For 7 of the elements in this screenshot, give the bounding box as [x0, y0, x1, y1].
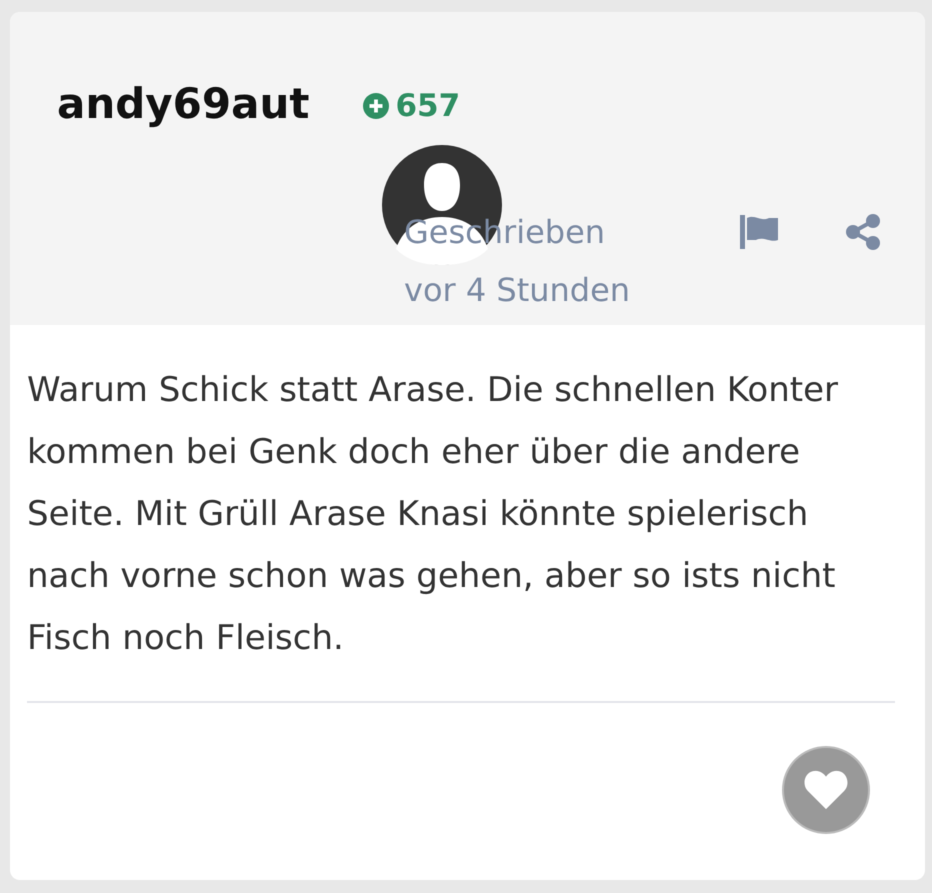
flag-icon[interactable] [740, 215, 778, 249]
share-icon[interactable] [846, 214, 880, 250]
author-name[interactable]: andy69aut [57, 78, 310, 128]
reputation-count: 657 [395, 88, 460, 124]
post-text: Warum Schick statt Arase. Die schnellen Konter kommen bei Genk doch eher über die andere Seite. Mit Grüll Arase Knasi könnte spielerisch nach vorne schon was gehen, aber so ists nicht Fisch noch Fleisch. [27, 369, 839, 660]
heart-icon [803, 769, 849, 811]
plus-icon [363, 93, 390, 119]
